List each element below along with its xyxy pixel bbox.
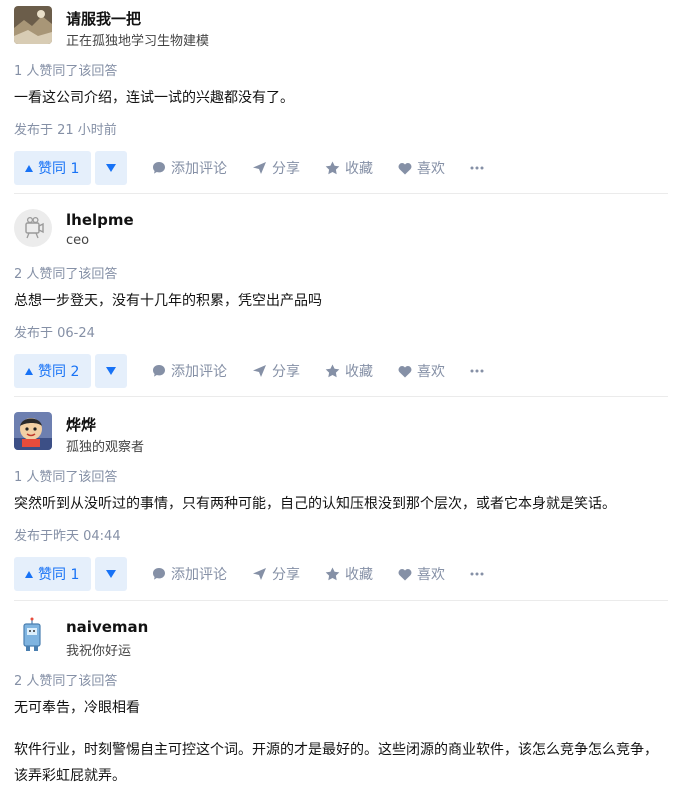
answer-content: 突然听到从没听过的事情，只有两种可能，自己的认知压根没到那个层次，或者它本身就是… — [14, 491, 668, 517]
share-button[interactable]: 分享 — [252, 151, 300, 185]
like-button[interactable]: 喜欢 — [398, 354, 445, 388]
star-icon — [325, 364, 340, 378]
votes-summary: 2 人赞同了该回答 — [14, 267, 118, 282]
comment-button[interactable]: 添加评论 — [152, 557, 227, 591]
votes-summary: 1 人赞同了该回答 — [14, 64, 118, 79]
more-button[interactable] — [470, 557, 489, 591]
star-icon — [325, 161, 340, 175]
author-name[interactable]: 请服我一把 — [66, 8, 141, 29]
share-icon — [253, 162, 266, 174]
comment-icon — [153, 365, 165, 377]
author-headline: 我祝你好运 — [66, 644, 132, 659]
action-bar: 赞同 1 添加评论 分享 收藏 喜欢 — [14, 557, 668, 591]
answer-item: naiveman 我祝你好运 2 人赞同了该回答 无可奉告，冷眼相看 软件行业，… — [14, 614, 668, 786]
divider — [14, 600, 668, 601]
publish-time[interactable]: 发布于 21 小时前 — [14, 119, 668, 138]
share-label: 分享 — [272, 364, 300, 380]
upvote-icon — [25, 164, 33, 172]
share-button[interactable]: 分享 — [252, 557, 300, 591]
upvote-button[interactable]: 赞同 1 — [14, 151, 91, 185]
avatar[interactable] — [14, 209, 52, 247]
collect-button[interactable]: 收藏 — [325, 151, 373, 185]
answer-item: 烨烨 孤独的观察者 1 人赞同了该回答 突然听到从没听过的事情，只有两种可能，自… — [14, 410, 668, 591]
share-label: 分享 — [272, 567, 300, 583]
answer-paragraph: 无可奉告，冷眼相看 — [14, 700, 140, 716]
downvote-icon — [106, 570, 116, 578]
share-icon — [253, 365, 266, 377]
collect-label: 收藏 — [345, 161, 373, 177]
star-icon — [325, 567, 340, 581]
downvote-icon — [106, 164, 116, 172]
author-info: 烨烨 孤独的观察者 — [14, 410, 668, 456]
avatar[interactable] — [14, 412, 52, 450]
heart-icon — [398, 568, 412, 580]
author-info: 请服我一把 正在孤独地学习生物建模 — [14, 4, 668, 50]
publish-time[interactable]: 发布于 06-24 — [14, 322, 668, 341]
share-icon — [253, 568, 266, 580]
comment-label: 添加评论 — [171, 567, 227, 583]
collect-button[interactable]: 收藏 — [325, 557, 373, 591]
upvote-label: 赞同 1 — [38, 567, 80, 583]
collect-label: 收藏 — [345, 364, 373, 380]
author-info: lhelpme ceo — [14, 207, 668, 253]
like-button[interactable]: 喜欢 — [398, 151, 445, 185]
like-label: 喜欢 — [417, 161, 445, 177]
answer-content: 一看这公司介绍，连试一试的兴趣都没有了。 — [14, 85, 668, 111]
author-info: naiveman 我祝你好运 — [14, 614, 668, 660]
downvote-icon — [106, 367, 116, 375]
avatar[interactable] — [14, 616, 52, 654]
collect-label: 收藏 — [345, 567, 373, 583]
heart-icon — [398, 162, 412, 174]
more-button[interactable] — [470, 354, 489, 388]
like-button[interactable]: 喜欢 — [398, 557, 445, 591]
like-label: 喜欢 — [417, 364, 445, 380]
upvote-label: 赞同 1 — [38, 161, 80, 177]
comment-label: 添加评论 — [171, 161, 227, 177]
author-name[interactable]: 烨烨 — [66, 414, 96, 435]
more-icon — [470, 166, 484, 170]
comment-icon — [153, 568, 165, 580]
answer-paragraph: 一看这公司介绍，连试一试的兴趣都没有了。 — [14, 90, 294, 106]
author-name[interactable]: lhelpme — [66, 211, 134, 229]
comment-label: 添加评论 — [171, 364, 227, 380]
divider — [14, 193, 668, 194]
action-bar: 赞同 2 添加评论 分享 收藏 喜欢 — [14, 354, 668, 388]
answer-item: lhelpme ceo 2 人赞同了该回答 总想一步登天，没有十几年的积累，凭空… — [14, 207, 668, 388]
votes-summary: 1 人赞同了该回答 — [14, 470, 118, 485]
divider — [14, 396, 668, 397]
answer-paragraph: 突然听到从没听过的事情，只有两种可能，自己的认知压根没到那个层次，或者它本身就是… — [14, 496, 616, 512]
comment-icon — [153, 162, 165, 174]
heart-icon — [398, 365, 412, 377]
answer-paragraph: 总想一步登天，没有十几年的积累，凭空出产品吗 — [14, 293, 322, 309]
upvote-button[interactable]: 赞同 1 — [14, 557, 91, 591]
author-headline: ceo — [66, 233, 90, 248]
comment-button[interactable]: 添加评论 — [152, 354, 227, 388]
answer-paragraph: 软件行业，时刻警惕自主可控这个词。开源的才是最好的。这些闭源的商业软件，该怎么竞… — [14, 742, 658, 784]
like-label: 喜欢 — [417, 567, 445, 583]
comment-button[interactable]: 添加评论 — [152, 151, 227, 185]
author-headline: 正在孤独地学习生物建模 — [66, 34, 210, 49]
answer-content: 总想一步登天，没有十几年的积累，凭空出产品吗 — [14, 288, 668, 314]
downvote-button[interactable] — [95, 151, 127, 185]
author-headline: 孤独的观察者 — [66, 440, 145, 455]
downvote-button[interactable] — [95, 557, 127, 591]
downvote-button[interactable] — [95, 354, 127, 388]
avatar[interactable] — [14, 6, 52, 44]
upvote-button[interactable]: 赞同 2 — [14, 354, 91, 388]
share-label: 分享 — [272, 161, 300, 177]
publish-time[interactable]: 发布于昨天 04:44 — [14, 525, 668, 544]
more-button[interactable] — [470, 151, 489, 185]
upvote-icon — [25, 367, 33, 375]
more-icon — [470, 369, 484, 373]
upvote-icon — [25, 570, 33, 578]
share-button[interactable]: 分享 — [252, 354, 300, 388]
action-bar: 赞同 1 添加评论 分享 收藏 喜欢 — [14, 151, 668, 185]
author-name[interactable]: naiveman — [66, 618, 148, 636]
answer-item: 请服我一把 正在孤独地学习生物建模 1 人赞同了该回答 一看这公司介绍，连试一试… — [14, 4, 668, 185]
collect-button[interactable]: 收藏 — [325, 354, 373, 388]
more-icon — [470, 572, 484, 576]
upvote-label: 赞同 2 — [38, 364, 80, 380]
answer-content: 无可奉告，冷眼相看 软件行业，时刻警惕自主可控这个词。开源的才是最好的。这些闭源… — [14, 695, 668, 786]
votes-summary: 2 人赞同了该回答 — [14, 674, 118, 689]
